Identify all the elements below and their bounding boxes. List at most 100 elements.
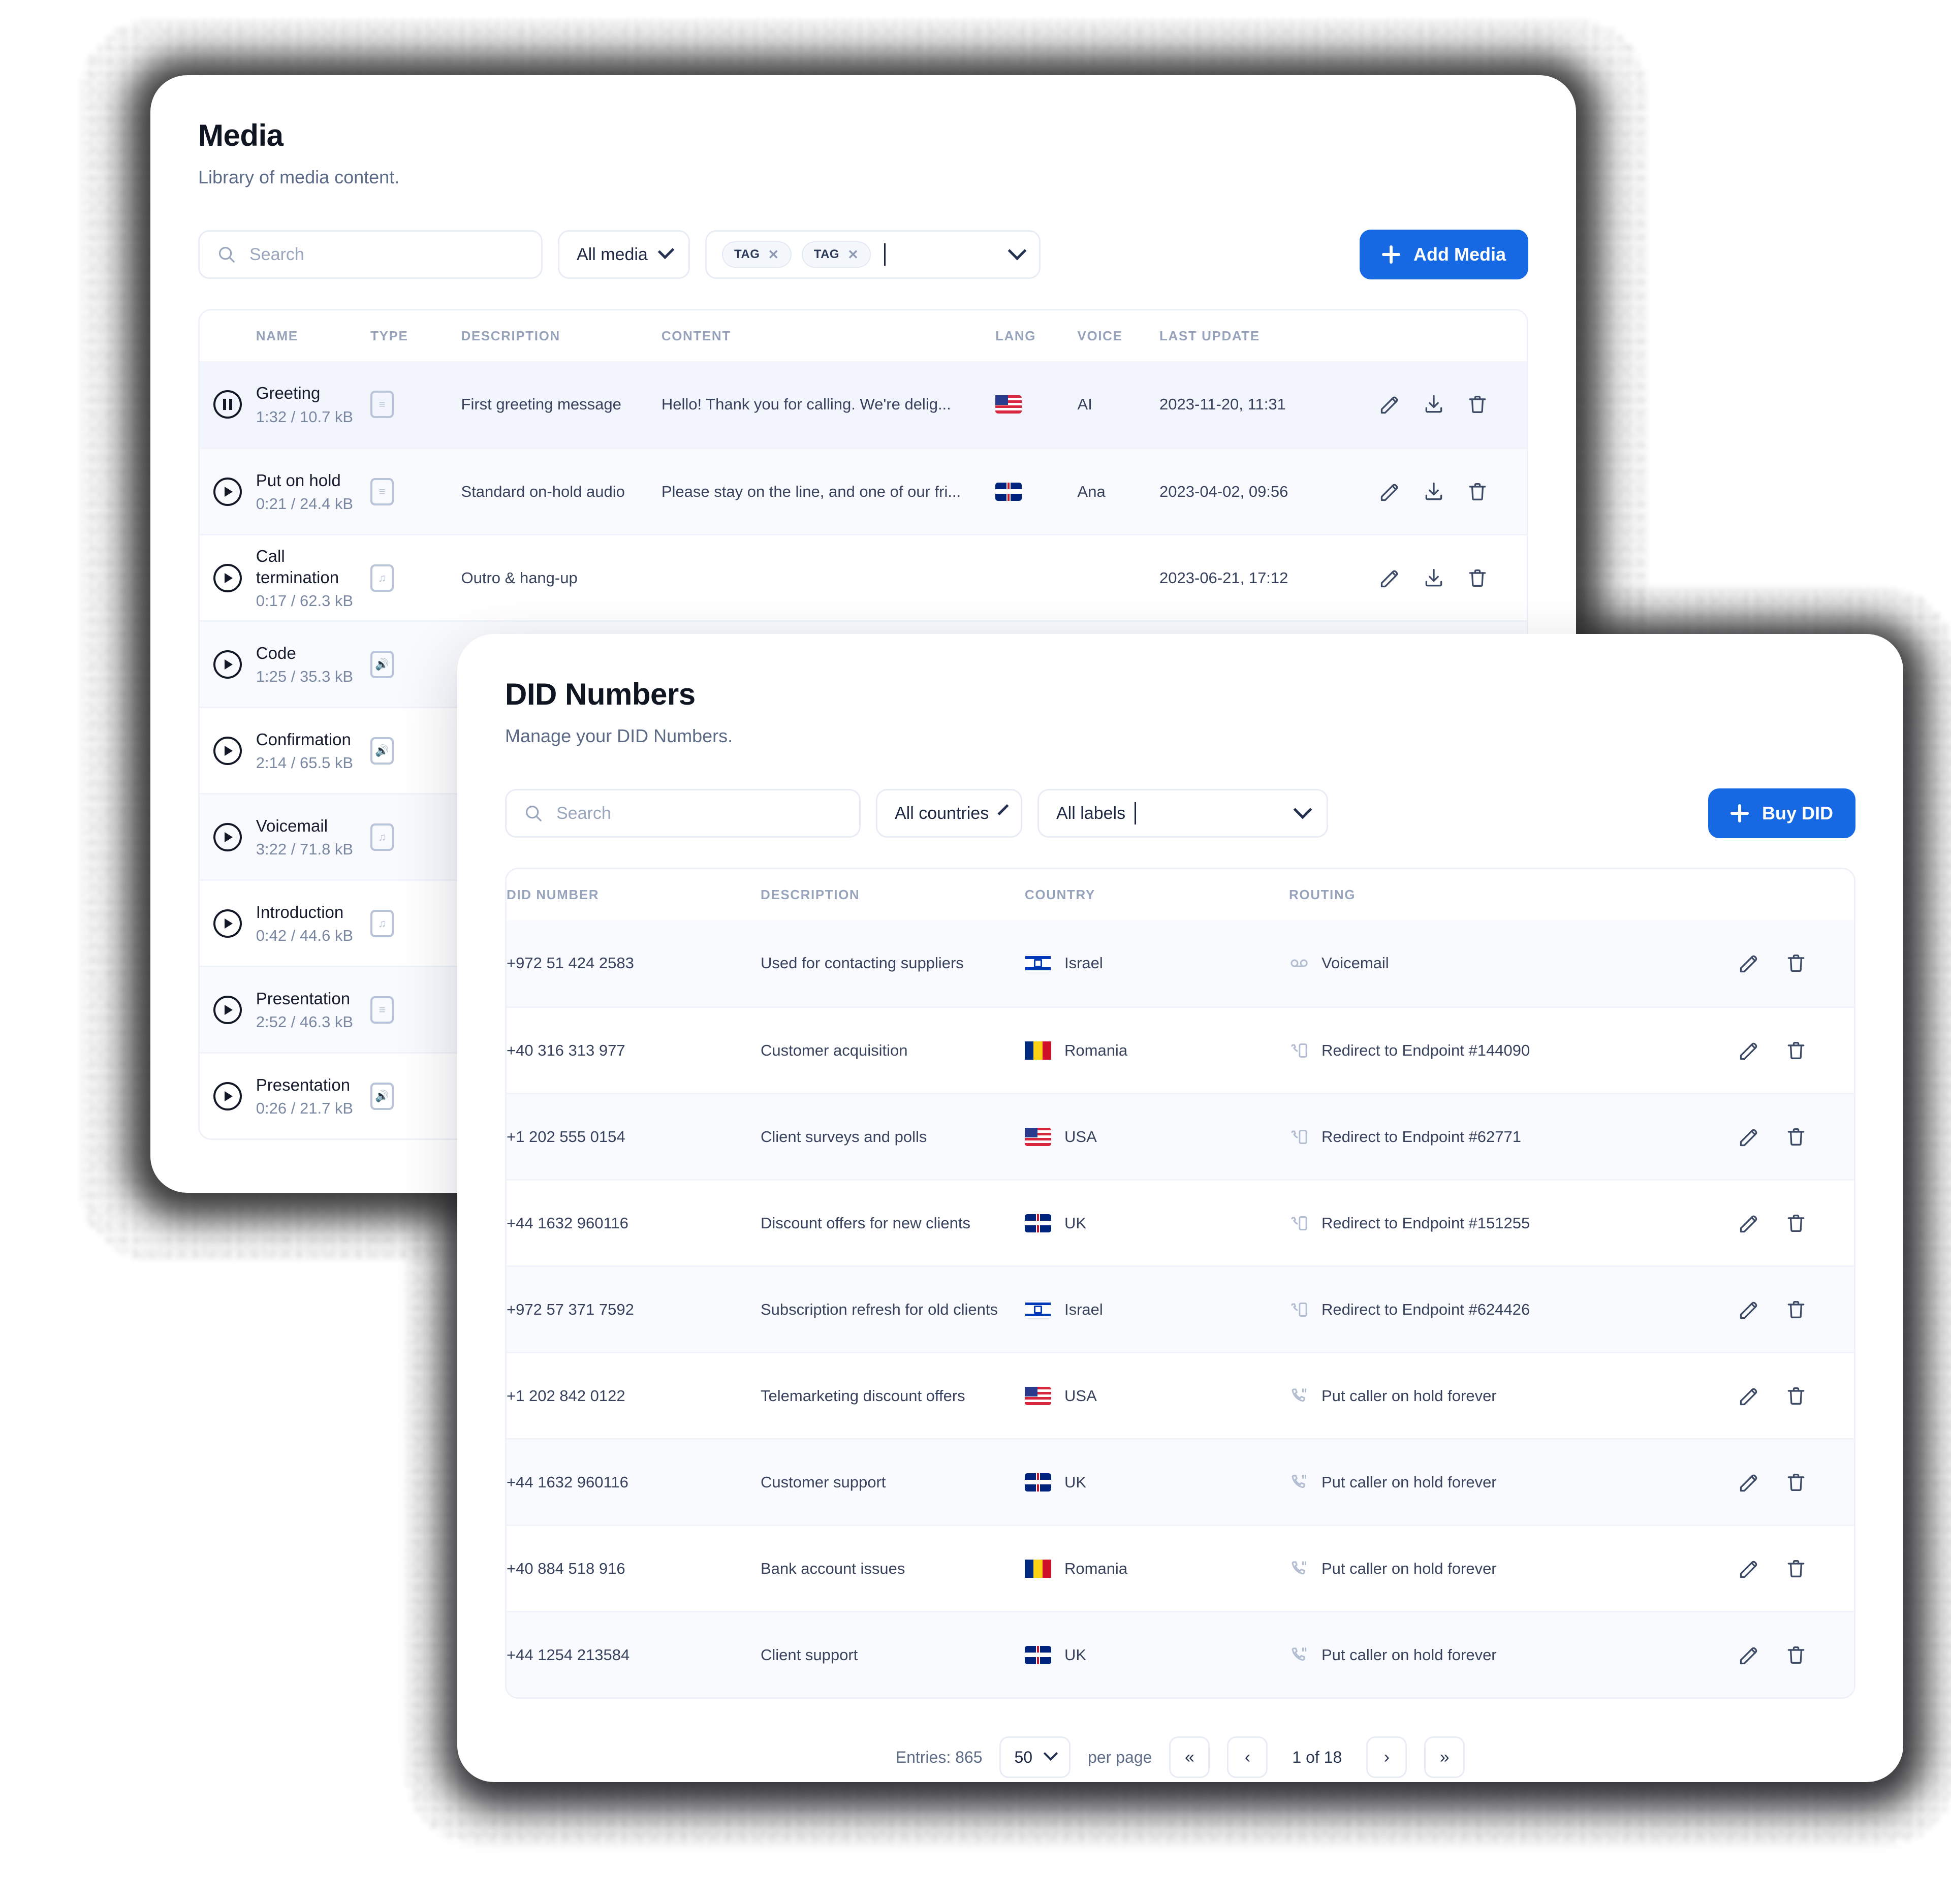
did-table-row[interactable]: +40 884 518 916 Bank account issues Romani… bbox=[507, 1525, 1854, 1611]
did-routing: Redirect to Endpoint #62771 bbox=[1321, 1127, 1521, 1146]
delete-icon[interactable] bbox=[1785, 1558, 1807, 1580]
media-search-input[interactable]: Search bbox=[198, 230, 543, 279]
delete-icon[interactable] bbox=[1785, 952, 1807, 974]
column-header-name: NAME bbox=[256, 328, 298, 343]
did-table-row[interactable]: +44 1632 960116 Customer support UK Put cal… bbox=[507, 1438, 1854, 1525]
delete-icon[interactable] bbox=[1785, 1471, 1807, 1494]
music-icon: ♫ bbox=[370, 564, 394, 592]
page-position: 1 of 18 bbox=[1292, 1748, 1342, 1766]
tts-document-icon: ≡ bbox=[370, 478, 394, 505]
delete-icon[interactable] bbox=[1785, 1039, 1807, 1062]
did-page-title: DID Numbers bbox=[505, 677, 696, 711]
did-table-row[interactable]: +40 316 313 977 Customer acquisition Roman… bbox=[507, 1006, 1854, 1093]
add-media-button-label: Add Media bbox=[1413, 244, 1506, 265]
edit-icon[interactable] bbox=[1379, 393, 1401, 416]
delete-icon[interactable] bbox=[1785, 1212, 1807, 1234]
did-country-filter-value: All countries bbox=[895, 803, 989, 823]
tag-chip[interactable]: TAG ✕ bbox=[801, 241, 871, 268]
edit-icon[interactable] bbox=[1738, 1126, 1760, 1148]
media-table-row[interactable]: Call termination 0:17 / 62.3 kB ♫ Outro & h… bbox=[200, 534, 1527, 620]
per-page-select[interactable]: 50 bbox=[999, 1736, 1071, 1778]
did-numbers-panel: DID Numbers Manage your DID Numbers. Sea… bbox=[457, 634, 1903, 1782]
play-button[interactable] bbox=[213, 563, 242, 592]
media-duration-size: 2:52 / 46.3 kB bbox=[256, 1013, 354, 1031]
media-name: Put on hold bbox=[256, 470, 341, 490]
edit-icon[interactable] bbox=[1738, 1471, 1760, 1494]
next-page-button[interactable]: › bbox=[1366, 1736, 1407, 1778]
media-last-update: 2023-04-02, 09:56 bbox=[1159, 482, 1288, 500]
did-table-row[interactable]: +972 51 424 2583 Used for contacting supp… bbox=[507, 920, 1854, 1006]
search-icon bbox=[525, 805, 542, 821]
did-table-row[interactable]: +972 57 371 7592 Subscription refresh for… bbox=[507, 1265, 1854, 1352]
play-button[interactable] bbox=[213, 995, 242, 1024]
media-duration-size: 1:25 / 35.3 kB bbox=[256, 668, 354, 686]
download-icon[interactable] bbox=[1423, 567, 1445, 589]
media-table-header: NAME TYPE DESCRIPTION CONTENT LANG VOICE… bbox=[200, 310, 1527, 361]
pause-button[interactable] bbox=[213, 390, 242, 419]
download-icon[interactable] bbox=[1423, 393, 1445, 416]
edit-icon[interactable] bbox=[1738, 1558, 1760, 1580]
edit-icon[interactable] bbox=[1738, 1298, 1760, 1321]
did-country-filter[interactable]: All countries bbox=[876, 789, 1022, 838]
edit-icon[interactable] bbox=[1738, 1644, 1760, 1666]
play-button[interactable] bbox=[213, 909, 242, 938]
did-label-filter[interactable]: All labels bbox=[1037, 789, 1328, 838]
play-button[interactable] bbox=[213, 1082, 242, 1110]
delete-icon[interactable] bbox=[1466, 567, 1489, 589]
edit-icon[interactable] bbox=[1738, 1385, 1760, 1407]
flag-uk-icon bbox=[1025, 1473, 1051, 1492]
delete-icon[interactable] bbox=[1466, 481, 1489, 503]
play-button[interactable] bbox=[213, 650, 242, 679]
did-table-row[interactable]: +44 1254 213584 Client support UK Put calle… bbox=[507, 1611, 1854, 1697]
delete-icon[interactable] bbox=[1785, 1126, 1807, 1148]
column-header-content: CONTENT bbox=[661, 328, 731, 343]
flag-israel-icon bbox=[1025, 1300, 1051, 1319]
delete-icon[interactable] bbox=[1785, 1298, 1807, 1321]
did-number: +1 202 555 0154 bbox=[507, 1127, 625, 1146]
media-type-filter[interactable]: All media bbox=[558, 230, 690, 279]
edit-icon[interactable] bbox=[1379, 567, 1401, 589]
did-search-input[interactable]: Search bbox=[505, 789, 861, 838]
flag-us-icon bbox=[995, 395, 1022, 414]
music-icon: ♫ bbox=[370, 909, 394, 937]
media-name: Presentation bbox=[256, 1075, 351, 1094]
media-description: First greeting message bbox=[461, 395, 621, 413]
add-media-button[interactable]: Add Media bbox=[1359, 230, 1528, 279]
edit-icon[interactable] bbox=[1738, 1212, 1760, 1234]
edit-icon[interactable] bbox=[1738, 952, 1760, 974]
flag-us-icon bbox=[1025, 1386, 1051, 1405]
media-tag-filter[interactable]: TAG ✕ TAG ✕ bbox=[705, 230, 1041, 279]
delete-icon[interactable] bbox=[1466, 393, 1489, 416]
entries-count: Entries: 865 bbox=[895, 1748, 983, 1766]
edit-icon[interactable] bbox=[1379, 481, 1401, 503]
prev-page-button[interactable]: ‹ bbox=[1227, 1736, 1268, 1778]
delete-icon[interactable] bbox=[1785, 1644, 1807, 1666]
column-header-did-number: DID NUMBER bbox=[507, 886, 600, 902]
delete-icon[interactable] bbox=[1785, 1385, 1807, 1407]
flag-us-icon bbox=[1025, 1127, 1051, 1146]
media-table-row[interactable]: Greeting 1:32 / 10.7 kB ≡ First greeting me… bbox=[200, 361, 1527, 448]
did-table-row[interactable]: +44 1632 960116 Discount offers for new c… bbox=[507, 1179, 1854, 1265]
media-lang bbox=[995, 482, 1077, 501]
flag-uk-icon bbox=[995, 482, 1022, 501]
did-table-row[interactable]: +1 202 842 0122 Telemarketing discount of… bbox=[507, 1352, 1854, 1438]
did-description: Subscription refresh for old clients bbox=[761, 1300, 998, 1318]
media-type-filter-value: All media bbox=[577, 244, 648, 264]
download-icon[interactable] bbox=[1423, 481, 1445, 503]
flag-uk-icon bbox=[1025, 1214, 1051, 1232]
tag-chip[interactable]: TAG ✕ bbox=[722, 241, 792, 268]
media-table-row[interactable]: Put on hold 0:21 / 24.4 kB ≡ Standard on-ho… bbox=[200, 448, 1527, 534]
play-button[interactable] bbox=[213, 736, 242, 765]
tag-remove-icon[interactable]: ✕ bbox=[847, 248, 859, 261]
play-button[interactable] bbox=[213, 822, 242, 851]
media-duration-size: 2:14 / 65.5 kB bbox=[256, 754, 354, 772]
last-page-button[interactable]: » bbox=[1424, 1736, 1465, 1778]
buy-did-button[interactable]: Buy DID bbox=[1708, 788, 1855, 838]
did-table-row[interactable]: +1 202 555 0154 Client surveys and polls U… bbox=[507, 1093, 1854, 1179]
media-lang bbox=[995, 395, 1077, 414]
first-page-button[interactable]: « bbox=[1169, 1736, 1210, 1778]
play-button[interactable] bbox=[213, 477, 242, 506]
edit-icon[interactable] bbox=[1738, 1039, 1760, 1062]
endpoint-icon bbox=[1289, 1127, 1309, 1147]
tag-remove-icon[interactable]: ✕ bbox=[768, 248, 779, 261]
